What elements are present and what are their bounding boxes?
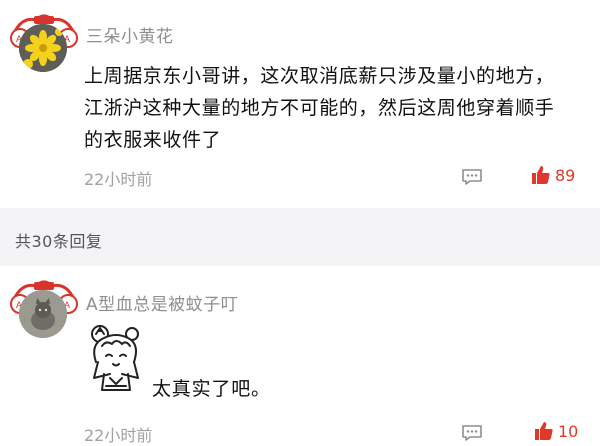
comment-time: 22小时前 xyxy=(84,170,153,189)
cartoon-girl-sticker-icon xyxy=(91,325,139,391)
comment-text-line: 江浙沪这种大量的地方不可能的，然后这周他穿着顺手 xyxy=(84,97,555,119)
reply-username[interactable]: A型血总是被蚊子叮 xyxy=(86,290,238,315)
reply-user-avatar[interactable] xyxy=(19,290,67,338)
main-comment: A A 三朵小黄花 上周据京东小哥讲，这次取消底薪只涉及量小的地方， 江浙沪这种… xyxy=(0,0,600,208)
like-button[interactable]: 89 xyxy=(531,165,575,185)
cat-avatar-icon xyxy=(19,290,67,338)
reply-icon[interactable] xyxy=(461,168,483,186)
user-avatar[interactable] xyxy=(19,24,67,72)
comment-text: 上周据京东小哥讲，这次取消底薪只涉及量小的地方， 江浙沪这种大量的地方不可能的，… xyxy=(84,60,584,156)
comment-text-line: 上周据京东小哥讲，这次取消底薪只涉及量小的地方， xyxy=(84,65,555,87)
comment-text-line: 的衣服来收件了 xyxy=(84,129,222,151)
reply-text: 太真实了吧。 xyxy=(152,378,271,400)
reply-count[interactable]: 共30条回复 xyxy=(15,228,102,252)
reply-time: 22小时前 xyxy=(84,426,153,445)
thumbs-up-icon xyxy=(535,422,553,440)
like-count: 10 xyxy=(558,421,579,441)
reply-icon[interactable] xyxy=(461,424,483,442)
like-button[interactable]: 10 xyxy=(534,421,578,441)
flower-avatar-icon xyxy=(19,24,67,72)
thumbs-up-icon xyxy=(532,166,550,184)
like-count: 89 xyxy=(555,165,576,185)
comment-username[interactable]: 三朵小黄花 xyxy=(86,22,174,47)
